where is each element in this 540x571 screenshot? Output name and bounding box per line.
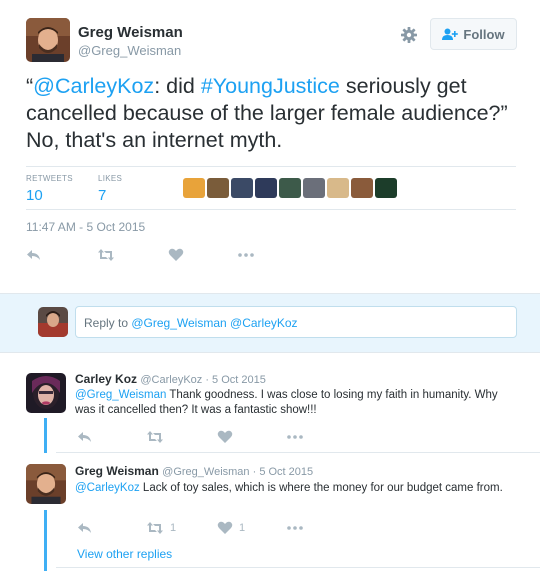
reply-avatar-carley[interactable]	[26, 373, 66, 413]
view-other-replies-link[interactable]: View other replies	[77, 547, 172, 561]
like-action[interactable]	[168, 248, 184, 262]
reply-input[interactable]: Reply to @Greg_Weisman @CarleyKoz	[75, 306, 517, 338]
follow-button[interactable]: Follow	[430, 18, 517, 50]
heart-icon	[168, 248, 184, 261]
reply-1-mention[interactable]: @Greg_Weisman	[75, 389, 166, 401]
liker-avatar[interactable]	[183, 178, 205, 198]
likes-stat[interactable]: LIKES 7	[98, 174, 122, 204]
tweet-text-part1: : did	[154, 74, 201, 98]
reply-1-retweet-action[interactable]	[146, 430, 170, 444]
thread-line	[44, 510, 47, 571]
liker-avatar[interactable]	[279, 178, 301, 198]
retweet-icon	[147, 431, 163, 443]
reply-2-likes: 1	[239, 522, 246, 534]
reply-2-like-action[interactable]: 1	[217, 521, 245, 535]
more-action[interactable]	[237, 248, 255, 262]
more-icon	[287, 526, 303, 530]
retweet-icon	[147, 522, 163, 534]
liker-avatar[interactable]	[255, 178, 277, 198]
retweets-label: RETWEETS	[26, 174, 73, 183]
reply-1-header: Carley Koz @CarleyKoz · 5 Oct 2015	[75, 372, 266, 386]
reply-avatar-greg[interactable]	[26, 464, 66, 504]
reply-2-retweet-action[interactable]: 1	[146, 521, 176, 535]
reply-2-name[interactable]: Greg Weisman	[75, 464, 159, 478]
heart-icon	[217, 521, 233, 534]
liker-avatar[interactable]	[303, 178, 325, 198]
more-icon	[238, 253, 254, 257]
reply-2-retweets: 1	[170, 522, 177, 534]
retweet-icon	[98, 249, 114, 261]
reply-1-text: @Greg_Weisman Thank goodness. I was clos…	[75, 388, 515, 418]
reply-2-mention[interactable]: @CarleyKoz	[75, 482, 140, 494]
reply-2-meta[interactable]: @Greg_Weisman · 5 Oct 2015	[162, 466, 313, 478]
follow-label: Follow	[463, 26, 505, 42]
reply-placeholder-mentions: @Greg_Weisman @CarleyKoz	[131, 316, 298, 330]
current-user-avatar	[38, 307, 68, 337]
reply-2-reply-action[interactable]	[77, 521, 93, 535]
reply-1-name[interactable]: Carley Koz	[75, 372, 137, 386]
avatar-image	[26, 18, 70, 62]
liker-avatar[interactable]	[231, 178, 253, 198]
add-user-icon	[442, 28, 459, 40]
retweet-stat[interactable]: RETWEETS 10	[26, 174, 73, 204]
reply-icon	[78, 432, 91, 442]
reply-placeholder-prefix: Reply to	[84, 316, 132, 330]
reply-icon	[27, 250, 40, 260]
main-tweet: Greg Weisman @Greg_Weisman Follow “@Carl…	[0, 0, 540, 293]
stats-divider-top	[26, 166, 516, 167]
reply-2-text: @CarleyKoz Lack of toy sales, which is w…	[75, 481, 515, 496]
reply-1-meta[interactable]: @CarleyKoz · 5 Oct 2015	[140, 374, 266, 386]
bottom-divider	[56, 567, 540, 568]
reply-1-reply-action[interactable]	[77, 430, 93, 444]
tweet-timestamp[interactable]: 11:47 AM - 5 Oct 2015	[26, 220, 145, 234]
tweet-mention-link[interactable]: @CarleyKoz	[33, 74, 154, 98]
reply-1-like-action[interactable]	[217, 430, 239, 444]
author-handle[interactable]: @Greg_Weisman	[78, 43, 181, 58]
thread-line	[44, 418, 47, 453]
reply-2-more-action[interactable]	[286, 521, 304, 535]
reply-icon	[78, 523, 91, 533]
liker-avatar[interactable]	[207, 178, 229, 198]
gear-icon[interactable]	[399, 25, 419, 45]
hashtag-link[interactable]: #YoungJustice	[201, 74, 340, 98]
reply-divider	[56, 452, 540, 453]
likes-label: LIKES	[98, 174, 123, 183]
likes-count: 7	[98, 187, 107, 204]
reply-2-header: Greg Weisman @Greg_Weisman · 5 Oct 2015	[75, 464, 313, 478]
heart-icon	[217, 430, 233, 443]
author-avatar[interactable]	[26, 18, 70, 62]
retweet-action[interactable]	[97, 248, 115, 262]
liker-avatar[interactable]	[351, 178, 373, 198]
reply-1-more-action[interactable]	[286, 430, 304, 444]
liker-avatars	[183, 178, 397, 198]
stats-divider-bottom	[26, 209, 516, 210]
more-icon	[287, 435, 303, 439]
retweets-count: 10	[26, 187, 43, 204]
tweet-text: “@CarleyKoz: did #YoungJustice seriously…	[26, 73, 516, 154]
liker-avatar[interactable]	[375, 178, 397, 198]
reply-2-body: Lack of toy sales, which is where the mo…	[139, 482, 503, 494]
liker-avatar[interactable]	[327, 178, 349, 198]
reply-action[interactable]	[26, 248, 42, 262]
author-name[interactable]: Greg Weisman	[78, 24, 183, 41]
